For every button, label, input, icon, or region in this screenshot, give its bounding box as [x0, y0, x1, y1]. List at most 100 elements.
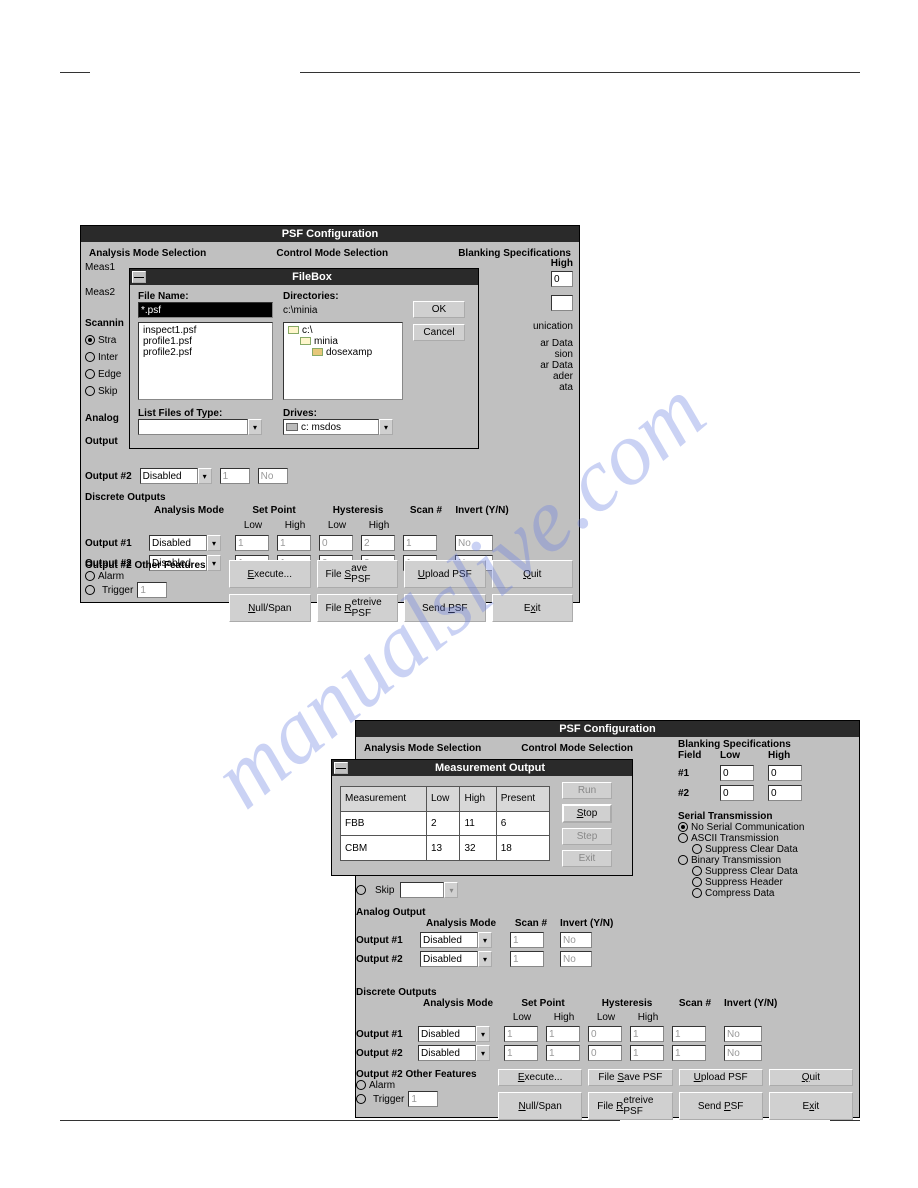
- cancel-button[interactable]: Cancel: [413, 324, 465, 341]
- d1-hlow[interactable]: 0: [588, 1026, 622, 1042]
- file-save-psf-button[interactable]: File Save PSF: [588, 1069, 672, 1086]
- sysmenu-icon[interactable]: —: [132, 271, 146, 283]
- chevron-down-icon[interactable]: ▾: [248, 419, 262, 435]
- file-retrieve-psf-button[interactable]: File Retreive PSF: [588, 1092, 672, 1120]
- step-button[interactable]: Step: [562, 828, 612, 845]
- execute-button[interactable]: Execute...: [498, 1069, 582, 1086]
- d2-scan[interactable]: 1: [672, 1045, 706, 1061]
- blanking-1-high[interactable]: 0: [768, 765, 802, 781]
- radio-inter[interactable]: [85, 352, 95, 362]
- d1-low[interactable]: 1: [504, 1026, 538, 1042]
- chevron-down-icon[interactable]: ▾: [207, 535, 221, 551]
- analog1-invert[interactable]: No: [560, 932, 592, 948]
- chevron-down-icon[interactable]: ▾: [476, 1026, 490, 1042]
- d1-high[interactable]: 1: [277, 535, 311, 551]
- analog2-scan[interactable]: 1: [510, 951, 544, 967]
- upload-psf-button[interactable]: Upload PSF: [679, 1069, 763, 1086]
- d2-low[interactable]: 1: [504, 1045, 538, 1061]
- d2-hlow[interactable]: 0: [588, 1045, 622, 1061]
- chevron-down-icon[interactable]: ▾: [379, 419, 393, 435]
- ok-button[interactable]: OK: [413, 301, 465, 318]
- upload-psf-button[interactable]: Upload PSF: [404, 560, 486, 588]
- tree-item[interactable]: c:\: [302, 325, 313, 336]
- send-psf-button[interactable]: Send PSF: [679, 1092, 763, 1120]
- d2-invert[interactable]: No: [724, 1045, 762, 1061]
- file-save-psf-button[interactable]: File Save PSF: [317, 560, 399, 588]
- listtype-dropdown[interactable]: ▾: [138, 419, 262, 435]
- trigger-input[interactable]: 1: [408, 1091, 438, 1107]
- radio-trigger[interactable]: [85, 585, 95, 595]
- stop-button[interactable]: Stop: [562, 804, 612, 823]
- chevron-down-icon[interactable]: ▾: [198, 468, 212, 484]
- quit-button[interactable]: Quit: [769, 1069, 853, 1086]
- radio-suppress-clear2[interactable]: [692, 866, 702, 876]
- d1-invert[interactable]: No: [724, 1026, 762, 1042]
- blanking-1-low[interactable]: 0: [720, 765, 754, 781]
- d1-scan[interactable]: 1: [672, 1026, 706, 1042]
- output2-mode-dropdown[interactable]: Disabled ▾: [140, 468, 212, 484]
- exit-button[interactable]: Exit: [492, 594, 574, 622]
- quit-button[interactable]: Quit: [492, 560, 574, 588]
- col-scan: Scan #: [510, 918, 552, 929]
- d2-hhigh[interactable]: 1: [630, 1045, 664, 1061]
- d1-scan[interactable]: 1: [403, 535, 437, 551]
- output2-invert-input[interactable]: No: [258, 468, 288, 484]
- run-button[interactable]: Run: [562, 782, 612, 799]
- drives-dropdown[interactable]: c: msdos ▾: [283, 419, 393, 435]
- radio-compress[interactable]: [692, 888, 702, 898]
- exit-button[interactable]: Exit: [562, 850, 612, 867]
- null-span-button[interactable]: Null/Span: [229, 594, 311, 622]
- radio-skip[interactable]: [356, 885, 366, 895]
- d1-hlow[interactable]: 0: [319, 535, 353, 551]
- d1-hhigh[interactable]: 1: [630, 1026, 664, 1042]
- radio-binary[interactable]: [678, 855, 688, 865]
- d1-invert[interactable]: No: [455, 535, 493, 551]
- send-psf-button[interactable]: Send PSF: [404, 594, 486, 622]
- analog1-scan[interactable]: 1: [510, 932, 544, 948]
- chevron-down-icon[interactable]: ▾: [444, 882, 458, 898]
- d1-low[interactable]: 1: [235, 535, 269, 551]
- radio-alarm[interactable]: [356, 1080, 366, 1090]
- radio-trigger[interactable]: [356, 1094, 366, 1104]
- null-span-button[interactable]: Null/Span: [498, 1092, 582, 1120]
- output2-scan-input[interactable]: 1: [220, 468, 250, 484]
- radio-ascii[interactable]: [678, 833, 688, 843]
- trigger-input[interactable]: 1: [137, 582, 167, 598]
- analog1-mode-dropdown[interactable]: Disabled▾: [420, 932, 502, 948]
- radio-no-serial[interactable]: [678, 822, 688, 832]
- discrete2-mode-dropdown[interactable]: Disabled▾: [418, 1045, 498, 1061]
- tree-item[interactable]: minia: [314, 336, 338, 347]
- sysmenu-icon[interactable]: —: [334, 762, 348, 774]
- chevron-down-icon[interactable]: ▾: [478, 932, 492, 948]
- skip-dropdown[interactable]: ▾: [400, 882, 458, 898]
- chevron-down-icon[interactable]: ▾: [476, 1045, 490, 1061]
- blanking-input[interactable]: 0: [551, 271, 573, 287]
- analog2-mode-dropdown[interactable]: Disabled▾: [420, 951, 502, 967]
- radio-stra[interactable]: [85, 335, 95, 345]
- blanking-input[interactable]: [551, 295, 573, 311]
- discrete1-mode-dropdown[interactable]: Disabled▾: [418, 1026, 498, 1042]
- tree-item[interactable]: dosexamp: [326, 347, 372, 358]
- d1-high[interactable]: 1: [546, 1026, 580, 1042]
- blanking-2-low[interactable]: 0: [720, 785, 754, 801]
- file-item[interactable]: profile2.psf: [143, 347, 268, 358]
- file-item[interactable]: profile1.psf: [143, 336, 268, 347]
- file-retrieve-psf-button[interactable]: File Retreive PSF: [317, 594, 399, 622]
- file-item[interactable]: inspect1.psf: [143, 325, 268, 336]
- radio-suppress-clear[interactable]: [692, 844, 702, 854]
- analog2-invert[interactable]: No: [560, 951, 592, 967]
- radio-alarm[interactable]: [85, 571, 95, 581]
- blanking-2-high[interactable]: 0: [768, 785, 802, 801]
- chevron-down-icon[interactable]: ▾: [478, 951, 492, 967]
- exit-button[interactable]: Exit: [769, 1092, 853, 1120]
- execute-button[interactable]: Execute...: [229, 560, 311, 588]
- radio-suppress-header[interactable]: [692, 877, 702, 887]
- radio-skip[interactable]: [85, 386, 95, 396]
- discrete1-mode-dropdown[interactable]: Disabled▾: [149, 535, 229, 551]
- d2-high[interactable]: 1: [546, 1045, 580, 1061]
- directory-tree[interactable]: c:\ minia dosexamp: [283, 322, 403, 400]
- d1-hhigh[interactable]: 2: [361, 535, 395, 551]
- file-list[interactable]: inspect1.psf profile1.psf profile2.psf: [138, 322, 273, 400]
- radio-edge[interactable]: [85, 369, 95, 379]
- filename-input[interactable]: *.psf: [138, 302, 273, 318]
